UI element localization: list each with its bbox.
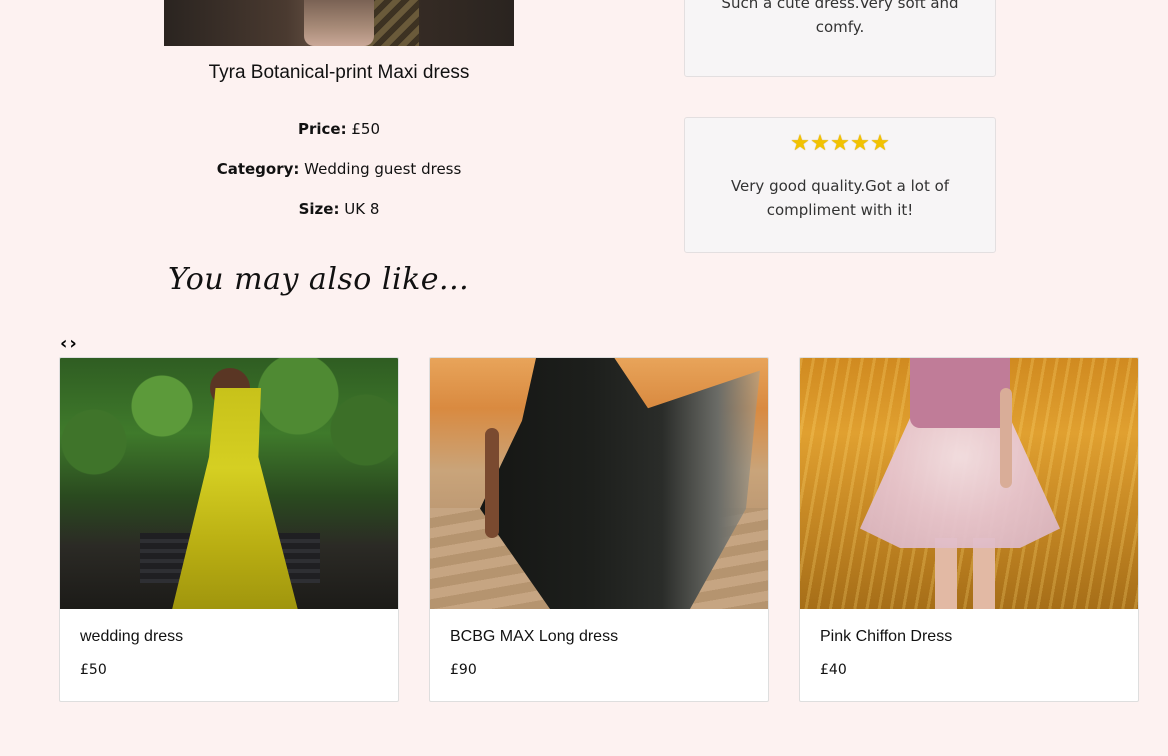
model-legs — [304, 0, 374, 46]
price-label: Price: — [297, 120, 347, 138]
price-value: £50 — [351, 120, 381, 138]
product-title: Tyra Botanical-print Maxi dress — [208, 62, 470, 83]
product-card-image[interactable] — [60, 358, 398, 609]
carousel-controls: ‹ › — [60, 335, 86, 355]
product-card[interactable]: Pink Chiffon Dress £40 — [799, 357, 1139, 702]
product-card[interactable]: BCBG MAX Long dress £90 — [429, 357, 769, 702]
review-card: ★ ★ ★ ★ ★ Very good quality.Got a lot of… — [684, 117, 996, 253]
product-card-name[interactable]: wedding dress — [80, 628, 183, 646]
product-card-price: £50 — [80, 662, 107, 678]
review-card: Such a cute dress.Very soft and comfy. — [684, 0, 996, 77]
product-card[interactable]: wedding dress £50 — [59, 357, 399, 702]
model-arm — [1000, 388, 1012, 488]
star-icon: ★ — [870, 131, 890, 156]
star-icon: ★ — [810, 131, 830, 156]
product-price: Price: £50 — [164, 120, 514, 138]
category-value: Wedding guest dress — [304, 160, 462, 178]
model-legs — [935, 538, 995, 609]
star-icon: ★ — [850, 131, 870, 156]
star-icon: ★ — [790, 131, 810, 156]
size-label: Size: — [298, 200, 340, 218]
product-card-price: £40 — [820, 662, 847, 678]
model-arm — [485, 428, 499, 538]
product-size: Size: UK 8 — [164, 200, 514, 218]
product-card-image[interactable] — [430, 358, 768, 609]
chevron-right-icon[interactable]: › — [69, 335, 76, 355]
chevron-left-icon[interactable]: ‹ — [60, 335, 67, 355]
size-value: UK 8 — [344, 200, 380, 218]
review-text: Such a cute dress.Very soft and comfy. — [721, 0, 959, 36]
category-label: Category: — [216, 160, 300, 178]
pink-bodice — [910, 358, 1010, 428]
product-card-image[interactable] — [800, 358, 1138, 609]
review-text: Very good quality.Got a lot of complimen… — [730, 177, 950, 219]
product-category: Category: Wedding guest dress — [164, 160, 514, 178]
product-card-name[interactable]: BCBG MAX Long dress — [450, 628, 618, 646]
star-rating: ★ ★ ★ ★ ★ — [685, 131, 995, 158]
product-image — [164, 0, 514, 46]
product-card-name[interactable]: Pink Chiffon Dress — [820, 628, 952, 646]
star-icon: ★ — [830, 131, 850, 156]
product-card-price: £90 — [450, 662, 477, 678]
recommendations-heading: You may also like... — [168, 262, 470, 297]
